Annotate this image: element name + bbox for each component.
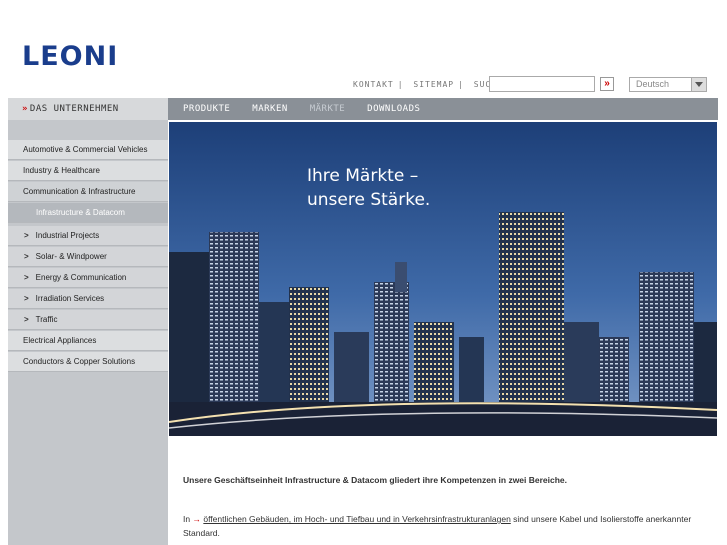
sidebar-item-industry[interactable]: Industry & Healthcare (8, 161, 168, 181)
hero-title: Ihre Märkte – unsere Stärke. (307, 164, 430, 212)
sidebar-item-label: Traffic (35, 315, 58, 324)
para-prefix: In (183, 514, 191, 524)
leoni-logo[interactable]: LEONI (22, 41, 118, 72)
kontakt-link[interactable]: KONTAKT (353, 80, 394, 89)
sidebar-item-communication[interactable]: Communication & Infrastructure (8, 182, 168, 202)
city-skyline-image (169, 122, 717, 436)
sidebar-item-infrastructure-datacom[interactable]: Infrastructure & Datacom (8, 203, 168, 223)
top-nav: KONTAKT| SITEMAP| SUCHE (353, 80, 507, 89)
sidebar-item-irradiation[interactable]: > Irradiation Services (8, 289, 168, 309)
sidebar-item-label: Solar- & Windpower (35, 252, 107, 261)
nav-company[interactable]: » DAS UNTERNEHMEN (8, 98, 168, 120)
language-value: Deutsch (636, 79, 670, 89)
tab-marken[interactable]: MARKEN (252, 104, 288, 114)
nav-company-label: DAS UNTERNEHMEN (29, 104, 119, 114)
sitemap-link[interactable]: SITEMAP (413, 80, 454, 89)
sidebar-item-industrial-projects[interactable]: > Industrial Projects (8, 226, 168, 246)
public-buildings-link[interactable]: öffentlichen Gebäuden, im Hoch- und Tief… (203, 514, 510, 524)
separator: | (397, 80, 404, 89)
hero-line-1: Ihre Märkte – (307, 166, 419, 186)
sidebar-item-energy[interactable]: > Energy & Communication (8, 268, 168, 288)
arrow-right-icon: → (192, 514, 201, 524)
sidebar-item-conductors[interactable]: Conductors & Copper Solutions (8, 352, 168, 372)
sidebar-item-traffic[interactable]: > Traffic (8, 310, 168, 330)
chevron-right-icon: > (24, 273, 29, 282)
body-paragraph: In → öffentlichen Gebäuden, im Hoch- und… (183, 512, 703, 540)
sidebar-item-automotive[interactable]: Automotive & Commercial Vehicles (8, 140, 168, 160)
separator: | (458, 80, 464, 89)
sidebar-item-solar[interactable]: > Solar- & Windpower (8, 247, 168, 267)
chevron-right-icon: > (24, 294, 29, 303)
hero-banner: Ihre Märkte – unsere Stärke. (169, 122, 717, 436)
tab-produkte[interactable]: PRODUKTE (183, 104, 230, 114)
chevron-right-icon: > (24, 252, 29, 261)
language-select[interactable]: Deutsch (629, 77, 707, 92)
sidebar-item-label: Energy & Communication (35, 273, 127, 282)
tab-maerkte[interactable]: MÄRKTE (310, 104, 346, 114)
chevron-down-icon[interactable] (691, 78, 706, 91)
hero-line-2: unsere Stärke. (307, 190, 431, 210)
intro-text: Unsere Geschäftseinheit Infrastructure &… (183, 475, 568, 485)
chevron-right-icon: > (24, 231, 29, 240)
search-input[interactable] (489, 76, 595, 92)
sidebar-item-label: Irradiation Services (35, 294, 105, 303)
chevron-right-icon: > (24, 315, 29, 324)
sidebar-item-electrical[interactable]: Electrical Appliances (8, 331, 168, 351)
main-tabs: PRODUKTE MARKEN MÄRKTE DOWNLOADS (183, 98, 436, 120)
sidebar-item-label: Industrial Projects (35, 231, 100, 240)
arrow-icon: » (22, 104, 28, 114)
tab-downloads[interactable]: DOWNLOADS (367, 104, 420, 114)
search-submit-button[interactable]: » (600, 77, 614, 91)
